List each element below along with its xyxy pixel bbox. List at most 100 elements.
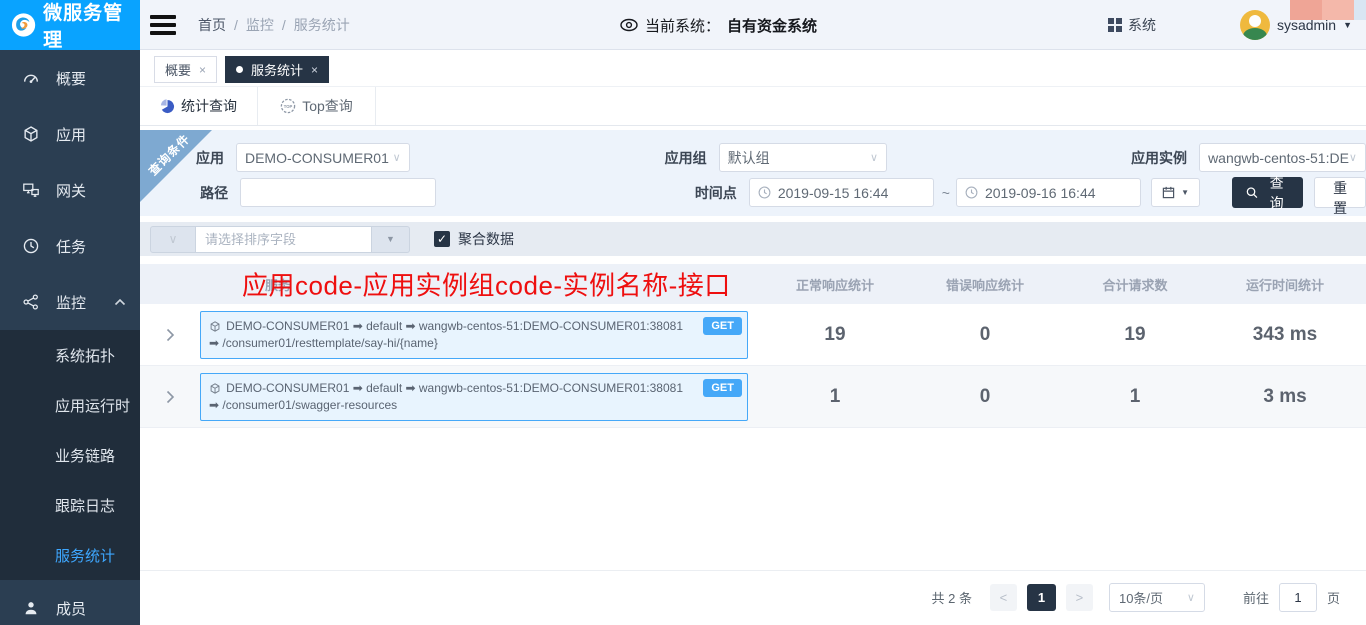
tab-chip-label: 服务统计 — [251, 60, 303, 79]
sidebar: 概要 应用 网关 任务 — [0, 50, 140, 625]
sidebar-subitem-topology[interactable]: 系统拓扑 — [0, 330, 140, 380]
next-page-button[interactable]: > — [1066, 584, 1093, 611]
aggregate-checkbox[interactable]: ✓ — [434, 231, 450, 247]
column-header-normal: 正常响应统计 — [760, 275, 910, 294]
sort-direction-select[interactable]: ∨ — [150, 226, 196, 253]
app-label: 应用 — [140, 148, 224, 168]
group-label: 应用组 — [630, 148, 707, 168]
cube-icon — [209, 382, 221, 395]
group-select[interactable]: 默认组 ∨ — [719, 143, 887, 172]
breadcrumb: 首页 / 监控 / 服务统计 — [198, 15, 350, 35]
sidebar-item-gateway[interactable]: 网关 — [0, 162, 140, 218]
service-path-line2: ➡ /consumer01/swagger-resources — [209, 397, 397, 414]
page-size-select[interactable]: 10条/页 ∨ — [1109, 583, 1205, 612]
time-to-input[interactable]: 2019-09-16 16:44 — [956, 178, 1141, 207]
top10-icon: TOP — [280, 98, 296, 114]
system-menu[interactable]: 系统 — [1108, 0, 1156, 50]
column-header-error: 错误响应统计 — [910, 275, 1060, 294]
redacted-block — [1354, 0, 1366, 20]
subitem-label: 系统拓扑 — [55, 345, 115, 366]
runtime-value: 3 ms — [1210, 386, 1360, 408]
svg-text:TOP: TOP — [284, 104, 293, 109]
red-annotation-text: 应用code-应用实例组code-实例名称-接口 — [242, 266, 731, 303]
hamburger-menu-icon[interactable] — [150, 15, 176, 35]
current-page-button[interactable]: 1 — [1027, 584, 1056, 611]
current-system-indicator: 当前系统：自有资金系统 — [620, 0, 817, 50]
sidebar-item-label: 任务 — [56, 236, 86, 257]
top-header: 首页 / 监控 / 服务统计 当前系统：自有资金系统 系统 sysadmin ▼ — [140, 0, 1366, 50]
sort-bar: ∨ ▼ ✓ 聚合数据 — [140, 222, 1366, 256]
sidebar-subitem-tracelog[interactable]: 跟踪日志 — [0, 480, 140, 530]
cube-icon — [209, 320, 221, 333]
close-icon[interactable]: × — [199, 63, 206, 77]
instance-select[interactable]: wangwb-centos-51:DE ∨ — [1199, 143, 1366, 172]
breadcrumb-home[interactable]: 首页 — [198, 15, 226, 35]
sidebar-item-monitor[interactable]: 监控 — [0, 274, 140, 330]
http-method-badge: GET — [703, 379, 742, 397]
share-nodes-icon — [22, 293, 40, 311]
cube-icon — [22, 125, 40, 143]
current-system-value: 自有资金系统 — [727, 15, 817, 36]
prev-page-button[interactable]: < — [990, 584, 1017, 611]
normal-count: 19 — [760, 324, 910, 346]
tab-chip-label: 概要 — [165, 60, 191, 79]
calendar-dropdown-button[interactable]: ▼ — [1151, 178, 1200, 207]
instance-label: 应用实例 — [1103, 148, 1187, 168]
sidebar-item-applications[interactable]: 应用 — [0, 106, 140, 162]
sidebar-item-members[interactable]: 成员 — [0, 580, 140, 625]
close-icon[interactable]: × — [311, 63, 318, 77]
tab-chip-overview[interactable]: 概要 × — [154, 56, 217, 83]
sidebar-subitem-chain[interactable]: 业务链路 — [0, 430, 140, 480]
service-box[interactable]: DEMO-CONSUMER01 ➡ default ➡ wangwb-cento… — [200, 373, 748, 421]
runtime-value: 343 ms — [1210, 324, 1360, 346]
service-box[interactable]: DEMO-CONSUMER01 ➡ default ➡ wangwb-cento… — [200, 311, 748, 359]
sidebar-item-tasks[interactable]: 任务 — [0, 218, 140, 274]
open-tabs-bar: 概要 × 服务统计 × — [140, 50, 1366, 86]
sort-caret-button[interactable]: ▼ — [372, 226, 410, 253]
reset-button[interactable]: 重置 — [1314, 177, 1366, 208]
tab-stat-query[interactable]: 统计查询 — [140, 87, 258, 125]
instance-select-value: wangwb-centos-51:DE — [1208, 150, 1349, 166]
sidebar-subitem-service-stats[interactable]: 服务统计 — [0, 530, 140, 580]
eye-icon — [620, 18, 638, 32]
subitem-label: 跟踪日志 — [55, 495, 115, 516]
row-expand-button[interactable] — [140, 390, 200, 404]
chevron-right-icon — [166, 390, 175, 404]
system-menu-label: 系统 — [1128, 15, 1156, 35]
http-method-badge: GET — [703, 317, 742, 335]
time-from-input[interactable]: 2019-09-15 16:44 — [749, 178, 934, 207]
goto-page-input[interactable] — [1279, 583, 1317, 612]
sidebar-item-overview[interactable]: 概要 — [0, 50, 140, 106]
chevron-down-icon: ∨ — [169, 232, 178, 246]
breadcrumb-monitor[interactable]: 监控 — [246, 15, 274, 35]
time-from-value: 2019-09-15 16:44 — [778, 185, 889, 201]
user-menu[interactable]: sysadmin ▼ — [1240, 0, 1352, 50]
check-icon: ✓ — [437, 232, 447, 246]
pagination-bar: 共 2 条 < 1 > 10条/页 ∨ 前往 页 — [140, 570, 1366, 624]
caret-down-icon: ▼ — [386, 234, 395, 244]
tab-top-query[interactable]: TOP Top查询 — [258, 87, 376, 125]
sidebar-subitem-runtime[interactable]: 应用运行时 — [0, 380, 140, 430]
normal-count: 1 — [760, 386, 910, 408]
monitor-submenu: 系统拓扑 应用运行时 业务链路 跟踪日志 服务统计 — [0, 330, 140, 580]
calendar-icon — [1162, 186, 1175, 199]
prev-icon: < — [1000, 590, 1008, 605]
clock-icon — [22, 237, 40, 255]
next-icon: > — [1076, 590, 1084, 605]
sort-field-input[interactable] — [196, 226, 372, 253]
search-button[interactable]: 查询 — [1232, 177, 1303, 208]
goto-label: 前往 — [1243, 588, 1269, 607]
row-expand-button[interactable] — [140, 328, 200, 342]
subitem-label: 服务统计 — [55, 545, 115, 566]
error-count: 0 — [910, 386, 1060, 408]
group-select-value: 默认组 — [728, 148, 770, 168]
app-select[interactable]: DEMO-CONSUMER01 ∨ — [236, 143, 410, 172]
person-icon — [22, 599, 40, 617]
grid-icon — [1108, 18, 1122, 32]
subtab-label: 统计查询 — [181, 96, 237, 116]
path-input[interactable] — [240, 178, 436, 207]
total-count: 19 — [1060, 324, 1210, 346]
chevron-down-icon: ∨ — [1187, 591, 1195, 604]
tab-chip-service-stats[interactable]: 服务统计 × — [225, 56, 329, 83]
error-count: 0 — [910, 324, 1060, 346]
